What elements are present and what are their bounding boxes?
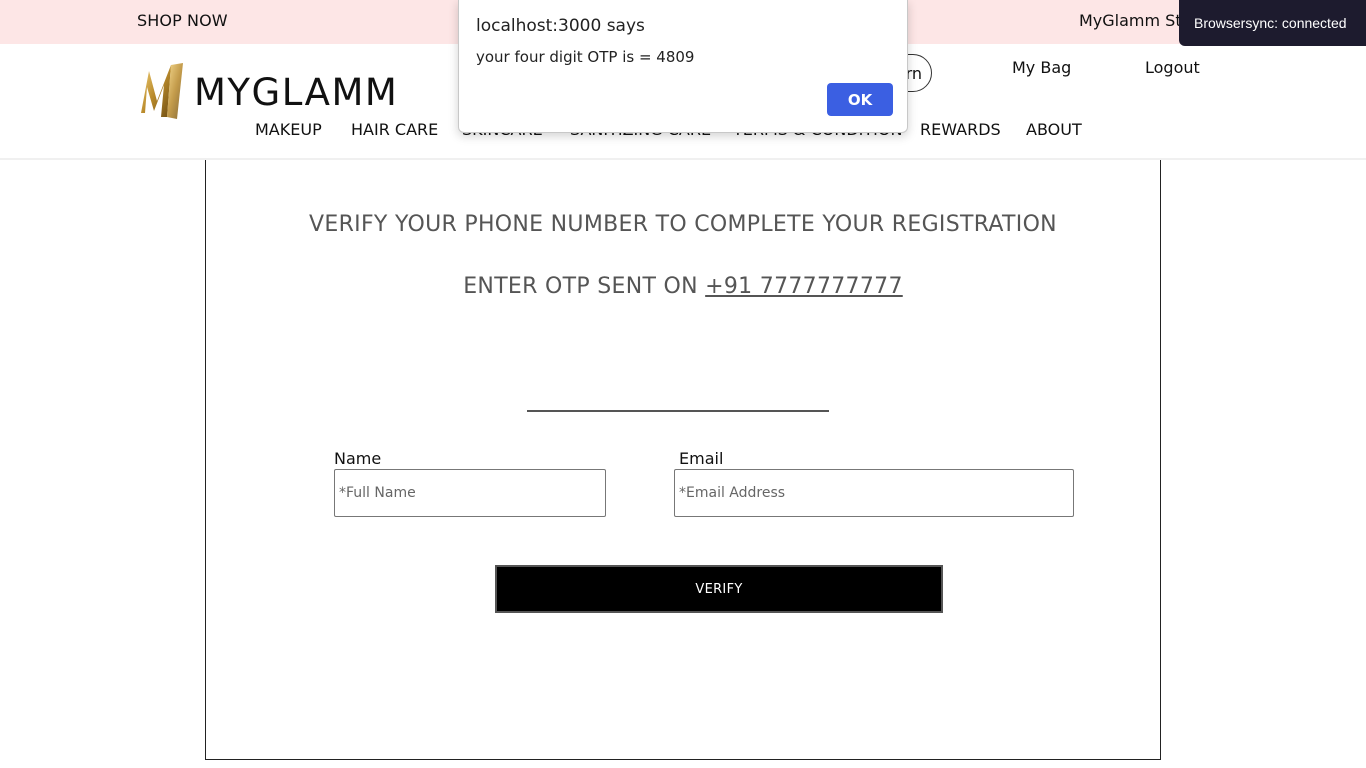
logo-wordmark: MYGLAMM (194, 71, 399, 114)
otp-sent-heading: ENTER OTP SENT ON +91 7777777777 (206, 274, 1160, 299)
logout-link[interactable]: Logout (1145, 58, 1200, 77)
nav-item-about[interactable]: ABOUT (1026, 120, 1082, 139)
verify-heading: VERIFY YOUR PHONE NUMBER TO COMPLETE YOU… (309, 212, 1057, 237)
myglamm-stores-link[interactable]: MyGlamm Sto (1079, 11, 1191, 30)
name-label: Name (334, 449, 382, 468)
alert-dialog: localhost:3000 says your four digit OTP … (458, 0, 908, 133)
browsersync-notification: Browsersync: connected (1179, 0, 1366, 46)
my-bag-link[interactable]: My Bag (1012, 58, 1071, 77)
myglamm-logo[interactable]: MYGLAMM (137, 61, 397, 121)
full-name-input[interactable] (334, 469, 606, 517)
otp-verification-panel: VERIFY YOUR PHONE NUMBER TO COMPLETE YOU… (205, 160, 1161, 760)
email-label: Email (679, 449, 724, 468)
logo-m-mark-icon (141, 63, 183, 119)
otp-sent-prefix: ENTER OTP SENT ON (463, 274, 706, 299)
nav-item-rewards[interactable]: REWARDS (920, 120, 1001, 139)
nav-item-hair-care[interactable]: HAIR CARE (351, 120, 438, 139)
phone-number-link[interactable]: +91 7777777777 (705, 274, 903, 299)
alert-ok-button[interactable]: OK (827, 83, 893, 116)
alert-message: your four digit OTP is = 4809 (476, 48, 695, 66)
verify-button[interactable]: VERIFY (495, 565, 943, 613)
alert-title: localhost:3000 says (476, 16, 645, 36)
nav-item-makeup[interactable]: MAKEUP (255, 120, 322, 139)
pill-label: rn (905, 64, 922, 83)
shop-now-link[interactable]: SHOP NOW (137, 11, 228, 30)
otp-input[interactable] (527, 410, 829, 412)
email-input[interactable] (674, 469, 1074, 517)
